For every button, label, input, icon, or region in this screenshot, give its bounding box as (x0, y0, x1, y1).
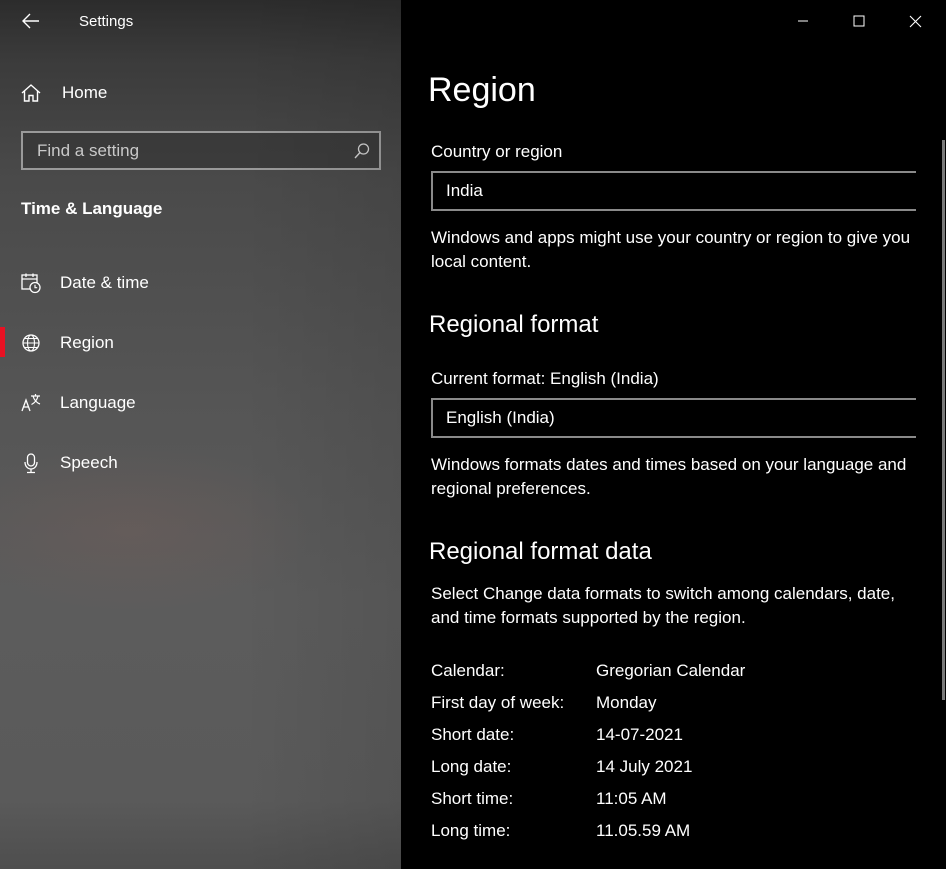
country-label: Country or region (431, 142, 563, 161)
format-key: Long time: (431, 821, 511, 840)
language-icon (20, 392, 42, 414)
title-bar-left: Settings (0, 0, 401, 42)
sidebar-item-label: Date & time (60, 273, 149, 292)
sidebar: Settings Home Time & Language Date & tim… (0, 0, 401, 869)
format-row-first-day: First day of week: Monday (431, 693, 656, 713)
calendar-clock-icon (20, 272, 42, 294)
app-title: Settings (79, 13, 134, 30)
scrollbar[interactable] (942, 140, 945, 700)
sidebar-item-label: Region (60, 333, 114, 352)
sidebar-item-region[interactable]: Region (0, 323, 401, 363)
regional-format-value: English (India) (446, 408, 555, 427)
sidebar-item-label: Language (60, 393, 136, 412)
format-value: 14 July 2021 (596, 757, 693, 776)
home-nav-item[interactable]: Home (20, 80, 107, 106)
back-button[interactable] (16, 8, 46, 34)
back-arrow-icon (22, 13, 39, 29)
sidebar-item-date-time[interactable]: Date & time (0, 263, 401, 303)
format-key: First day of week: (431, 693, 565, 712)
close-icon (909, 15, 921, 27)
minimize-icon (798, 20, 808, 22)
page-title: Region (428, 71, 536, 109)
sidebar-item-label: Speech (60, 453, 118, 472)
country-description: Windows and apps might use your country … (431, 228, 911, 271)
selection-indicator (0, 327, 5, 357)
country-dropdown[interactable]: India (431, 171, 916, 211)
format-value: Monday (596, 693, 657, 712)
format-value: 14-07-2021 (596, 725, 683, 744)
sidebar-item-language[interactable]: Language (0, 383, 401, 423)
format-key: Calendar: (431, 661, 505, 680)
format-key: Long date: (431, 757, 512, 776)
regional-format-heading: Regional format (429, 311, 599, 338)
format-key: Short date: (431, 725, 515, 744)
minimize-button[interactable] (780, 0, 826, 42)
globe-icon (20, 332, 42, 354)
regional-format-data-heading: Regional format data (429, 538, 652, 565)
home-icon (21, 84, 41, 102)
sidebar-item-speech[interactable]: Speech (0, 443, 401, 483)
maximize-button[interactable] (836, 0, 882, 42)
regional-format-dropdown[interactable]: English (India) (431, 398, 916, 438)
format-value: Gregorian Calendar (596, 661, 746, 680)
search-box[interactable] (21, 131, 381, 170)
country-value: India (446, 181, 483, 200)
section-title: Time & Language (21, 199, 163, 218)
close-button[interactable] (892, 0, 938, 42)
main-pane: Region Country or region India Windows a… (401, 0, 946, 869)
format-row-short-date: Short date: 14-07-2021 (431, 725, 683, 745)
format-row-long-time: Long time: 11.05.59 AM (431, 821, 690, 841)
search-input[interactable] (37, 140, 345, 161)
maximize-icon (853, 15, 865, 27)
home-label: Home (62, 83, 108, 102)
format-key: Short time: (431, 789, 514, 808)
format-row-long-date: Long date: 14 July 2021 (431, 757, 692, 777)
microphone-icon (20, 452, 42, 474)
format-row-calendar: Calendar: Gregorian Calendar (431, 661, 745, 681)
current-format-label: Current format: English (India) (431, 369, 659, 388)
regional-format-data-description: Select Change data formats to switch amo… (431, 584, 895, 627)
format-value: 11:05 AM (596, 789, 667, 808)
search-icon[interactable] (345, 134, 379, 168)
format-row-short-time: Short time: 11:05 AM (431, 789, 667, 809)
regional-format-description: Windows formats dates and times based on… (431, 455, 907, 498)
format-value: 11.05.59 AM (596, 821, 691, 840)
